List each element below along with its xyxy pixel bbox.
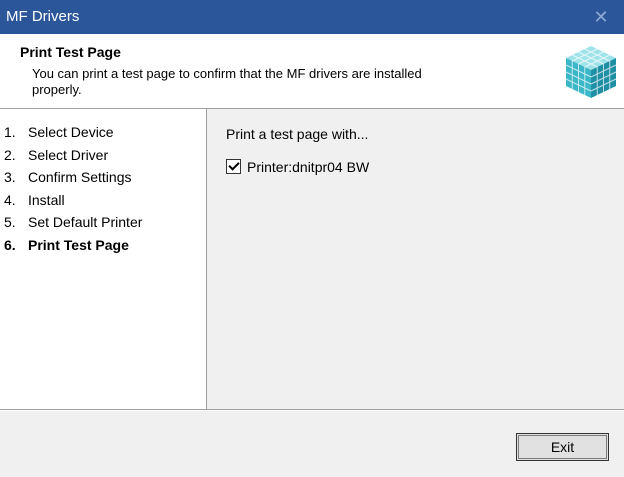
- step-set-default-printer: 5. Set Default Printer: [4, 214, 143, 230]
- page-title: Print Test Page: [20, 44, 121, 60]
- step-label: Select Driver: [28, 146, 109, 163]
- window-title: MF Drivers: [6, 8, 80, 25]
- content-panel: Print a test page with... Printer:dnitpr…: [207, 109, 624, 409]
- steps-panel: 1. Select Device 2. Select Driver 3. Confir…: [0, 109, 207, 409]
- footer-divider: [0, 409, 624, 411]
- step-install: 4. Install: [4, 191, 65, 208]
- printer-checkbox[interactable]: [226, 159, 241, 174]
- step-label: Confirm Settings: [28, 169, 132, 185]
- step-label: Select Device: [28, 124, 114, 140]
- wizard-header: Print Test Page You can print a test pag…: [0, 34, 624, 109]
- printer-checkbox-label[interactable]: Printer:dnitpr04 BW: [247, 159, 369, 175]
- step-select-device: 1. Select Device: [4, 124, 114, 140]
- title-bar: MF Drivers ✕: [0, 0, 624, 34]
- exit-button[interactable]: Exit: [516, 433, 609, 461]
- page-description: You can print a test page to confirm tha…: [32, 66, 422, 97]
- print-prompt: Print a test page with...: [226, 126, 369, 142]
- steps-list: 1. Select Device 2. Select Driver 3. Confir…: [0, 109, 206, 259]
- close-icon[interactable]: ✕: [578, 0, 624, 34]
- printer-checkbox-row[interactable]: Printer:dnitpr04 BW: [226, 159, 369, 175]
- step-confirm-settings: 3. Confirm Settings: [4, 169, 132, 185]
- step-print-test-page: 6. Print Test Page: [4, 236, 129, 253]
- step-select-driver: 2. Select Driver: [4, 146, 109, 163]
- step-label: Install: [28, 191, 65, 208]
- step-label: Set Default Printer: [28, 214, 143, 230]
- cube-grid-icon: [565, 46, 617, 98]
- step-label: Print Test Page: [28, 236, 129, 253]
